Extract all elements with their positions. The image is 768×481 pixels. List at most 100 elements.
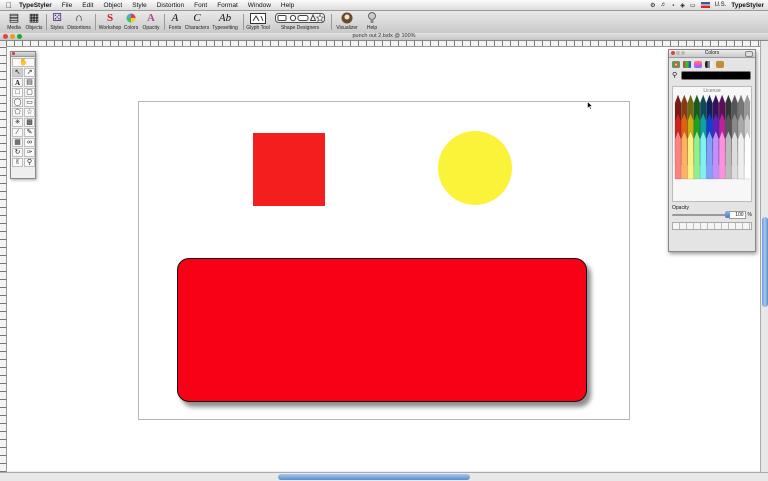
- saved-swatches-strip[interactable]: [672, 222, 752, 230]
- colors-panel-titlebar[interactable]: Colors: [669, 50, 755, 58]
- opacity-slider-knob[interactable]: [725, 211, 730, 218]
- arrow-select-tool-icon[interactable]: ↖: [12, 68, 23, 77]
- vertical-scroll-thumb[interactable]: [762, 217, 768, 307]
- line-tool-icon[interactable]: ∕: [12, 128, 23, 137]
- menu-style[interactable]: Style: [127, 2, 151, 9]
- crayon-swatch[interactable]: [687, 130, 694, 180]
- menu-right-app-name[interactable]: TypeStyler: [731, 2, 764, 9]
- toolbar-shape-designers-button[interactable]: Shape Designers: [273, 11, 327, 33]
- toolbar-distortions-button[interactable]: ∩ Distortions: [66, 11, 92, 33]
- hand-scroll-tool-icon[interactable]: ✋: [12, 58, 35, 67]
- vertical-scrollbar[interactable]: [760, 41, 768, 472]
- toolbar-toggle-icon[interactable]: [745, 51, 753, 57]
- rounded-box-tool-icon[interactable]: ▭: [24, 98, 35, 107]
- magnifier-icon[interactable]: ⚲: [672, 71, 678, 79]
- toolbar-opacity-button[interactable]: A Opacity: [140, 11, 162, 33]
- vertical-ruler[interactable]: [0, 46, 7, 472]
- frame-tool-icon[interactable]: ▩: [24, 118, 35, 127]
- battery-icon[interactable]: ▭: [690, 2, 696, 9]
- main-toolbar: ▤ Media ▦ Objects ⚄ Styles ∩ Distortions…: [0, 11, 768, 34]
- minimize-window-icon[interactable]: [10, 34, 15, 39]
- text-block-tool-icon[interactable]: ▤: [24, 78, 35, 87]
- direct-select-tool-icon[interactable]: ↗: [24, 68, 35, 77]
- toolbar-objects-button[interactable]: ▦ Objects: [24, 11, 44, 33]
- wifi-icon[interactable]: ◈: [680, 2, 685, 9]
- palettes-mode-icon[interactable]: [694, 60, 702, 68]
- sliders-mode-icon[interactable]: [683, 60, 691, 68]
- crayon-swatch[interactable]: [737, 130, 745, 180]
- toolbar-glyph-tool-button[interactable]: Glyph Tool: [245, 11, 271, 33]
- pen-tool-icon[interactable]: ✎: [24, 128, 35, 137]
- menu-file[interactable]: File: [57, 2, 77, 9]
- toolbar-workshop-button[interactable]: S Workshop: [98, 11, 122, 33]
- image-palette-mode-icon[interactable]: [705, 60, 713, 68]
- close-window-icon[interactable]: [3, 34, 8, 39]
- crayon-swatch[interactable]: [700, 130, 707, 180]
- rotate-tool-icon[interactable]: ↻: [12, 148, 23, 157]
- toolbar-separator: [46, 14, 47, 30]
- opacity-slider[interactable]: [672, 211, 730, 218]
- yellow-circle-shape[interactable]: [438, 131, 512, 205]
- input-flag-icon[interactable]: [700, 2, 710, 8]
- locale-label[interactable]: U.S.: [715, 2, 727, 8]
- toolbar-colors-button[interactable]: Colors: [122, 11, 140, 33]
- tools-palette-titlebar[interactable]: [11, 52, 35, 57]
- color-wheel-mode-icon[interactable]: [672, 60, 680, 68]
- spotlight-placeholder-icon[interactable]: ⚙: [650, 2, 655, 9]
- rounded-rectangle-tool-icon[interactable]: ▢: [24, 88, 35, 97]
- eyedropper-tool-icon[interactable]: ✑: [24, 148, 35, 157]
- menu-help[interactable]: Help: [276, 2, 299, 9]
- crayon-swatch[interactable]: [725, 130, 732, 180]
- menu-format[interactable]: Format: [212, 2, 243, 9]
- red-rounded-rectangle-shape[interactable]: [177, 258, 587, 402]
- current-color-well[interactable]: [681, 70, 751, 80]
- hand-tool-icon[interactable]: ✌: [12, 158, 23, 167]
- toolbar-help-button[interactable]: Help: [362, 11, 382, 33]
- red-square-shape[interactable]: [253, 133, 325, 206]
- crayon-swatch[interactable]: [693, 130, 701, 180]
- polygon-tool-icon[interactable]: ⬠: [12, 108, 23, 117]
- bluetooth-icon[interactable]: ⋆: [672, 2, 676, 9]
- menu-app-name[interactable]: TypeStyler: [14, 2, 57, 9]
- menu-object[interactable]: Object: [98, 2, 127, 9]
- rectangle-tool-icon[interactable]: □: [12, 88, 23, 97]
- toolbar-label: Visualizer: [336, 25, 358, 31]
- crayons-grid[interactable]: [674, 95, 750, 199]
- crayon-swatch[interactable]: [712, 130, 719, 180]
- oval-tool-icon[interactable]: ◯: [12, 98, 23, 107]
- curve-tool-icon[interactable]: ∞: [24, 138, 35, 147]
- crayon-swatch[interactable]: [674, 130, 682, 180]
- crayon-swatch[interactable]: [718, 130, 726, 180]
- crayon-swatch[interactable]: [744, 130, 750, 180]
- minimize-colors-icon[interactable]: [676, 51, 680, 55]
- apple-menu-icon[interactable]: : [4, 1, 14, 10]
- toolbar-characters-button[interactable]: C Characters: [184, 11, 210, 33]
- volume-icon[interactable]: ♬: [661, 2, 667, 8]
- toolbar-visualizer-button[interactable]: Visualizer: [334, 11, 360, 33]
- burst-tool-icon[interactable]: ✳: [12, 118, 23, 127]
- zoom-colors-icon[interactable]: [681, 51, 685, 55]
- menu-distortion[interactable]: Distortion: [152, 2, 189, 9]
- menu-font[interactable]: Font: [189, 2, 212, 9]
- crayons-mode-icon[interactable]: [716, 60, 724, 68]
- close-palette-icon[interactable]: [12, 52, 15, 55]
- opacity-value-field[interactable]: 100: [729, 211, 746, 219]
- toolbar-typesetting-button[interactable]: Ab Typesetting: [210, 11, 240, 33]
- crayon-swatch[interactable]: [731, 130, 738, 180]
- toolbar-label: Characters: [184, 25, 210, 31]
- star-tool-icon[interactable]: ☆: [24, 108, 35, 117]
- toolbar-styles-button[interactable]: ⚄ Styles: [48, 11, 66, 33]
- menu-window[interactable]: Window: [243, 2, 276, 9]
- grid-tool-icon[interactable]: ▦: [12, 138, 23, 147]
- close-colors-icon[interactable]: [671, 51, 675, 55]
- horizontal-scroll-thumb[interactable]: [278, 474, 470, 480]
- toolbar-fonts-button[interactable]: A Fonts: [166, 11, 184, 33]
- toolbar-media-button[interactable]: ▤ Media: [4, 11, 24, 33]
- crayon-swatch[interactable]: [706, 130, 713, 180]
- text-tool-icon[interactable]: A: [12, 78, 23, 87]
- toolbar-separator: [243, 14, 244, 30]
- crayon-swatch[interactable]: [681, 130, 688, 180]
- zoom-tool-icon[interactable]: ⚲: [24, 158, 35, 167]
- zoom-window-icon[interactable]: [17, 34, 22, 39]
- menu-edit[interactable]: Edit: [77, 2, 98, 9]
